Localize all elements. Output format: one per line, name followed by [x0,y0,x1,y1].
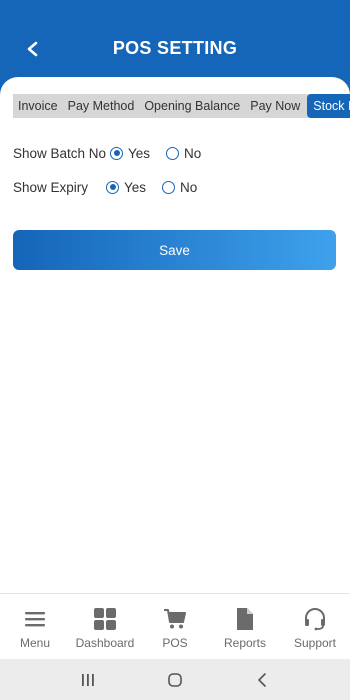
setting-row-batch-no: Show Batch No Yes No [13,143,201,163]
tab-pay-method[interactable]: Pay Method [63,94,140,118]
radio-label: Yes [124,179,147,195]
radio-selected-icon [106,180,119,194]
page-title: POS SETTING [112,38,238,58]
system-nav-bar [0,659,350,700]
home-button[interactable] [155,665,195,695]
system-back-button[interactable] [242,665,282,695]
batch-no-yes-radio[interactable]: Yes [110,146,150,161]
tab-pay-now[interactable]: Pay Now [245,94,305,118]
nav-label: Dashboard [75,636,135,650]
radio-unselected-icon [162,180,176,194]
nav-label: Reports [223,636,267,650]
radio-selected-icon [110,146,123,160]
setting-label: Show Batch No [13,145,107,161]
recents-icon [82,673,95,686]
tab-invoice[interactable]: Invoice [13,94,63,118]
nav-label: Support [293,636,337,650]
setting-row-expiry: Show Expiry Yes No [13,177,197,197]
document-icon [237,608,253,630]
cart-icon [164,609,186,629]
dashboard-icon [94,608,116,630]
recents-button[interactable] [68,665,108,695]
setting-label: Show Expiry [13,179,89,195]
nav-item-reports[interactable]: Reports [210,594,280,659]
tab-opening-balance[interactable]: Opening Balance [139,94,245,118]
back-icon [257,672,266,687]
menu-icon [25,612,45,627]
radio-label: No [180,179,198,195]
expiry-no-radio[interactable]: No [162,180,197,195]
nav-item-menu[interactable]: Menu [0,594,70,659]
nav-label: POS [162,636,188,650]
expiry-yes-radio[interactable]: Yes [106,180,146,195]
nav-item-dashboard[interactable]: Dashboard [70,594,140,659]
bottom-nav: Menu Dashboard POS Reports Support [0,593,350,659]
tab-stock-in[interactable]: Stock In [307,94,350,118]
nav-item-support[interactable]: Support [280,594,350,659]
radio-label: Yes [128,145,151,161]
nav-label: Menu [19,636,51,650]
radio-unselected-icon [166,146,180,160]
headset-icon [305,608,325,631]
save-button[interactable]: Save [13,230,336,270]
nav-item-pos[interactable]: POS [140,594,210,659]
radio-label: No [184,145,202,161]
batch-no-no-radio[interactable]: No [166,146,201,161]
settings-tabs: Invoice Pay Method Opening Balance Pay N… [13,94,350,118]
home-icon [168,672,182,687]
